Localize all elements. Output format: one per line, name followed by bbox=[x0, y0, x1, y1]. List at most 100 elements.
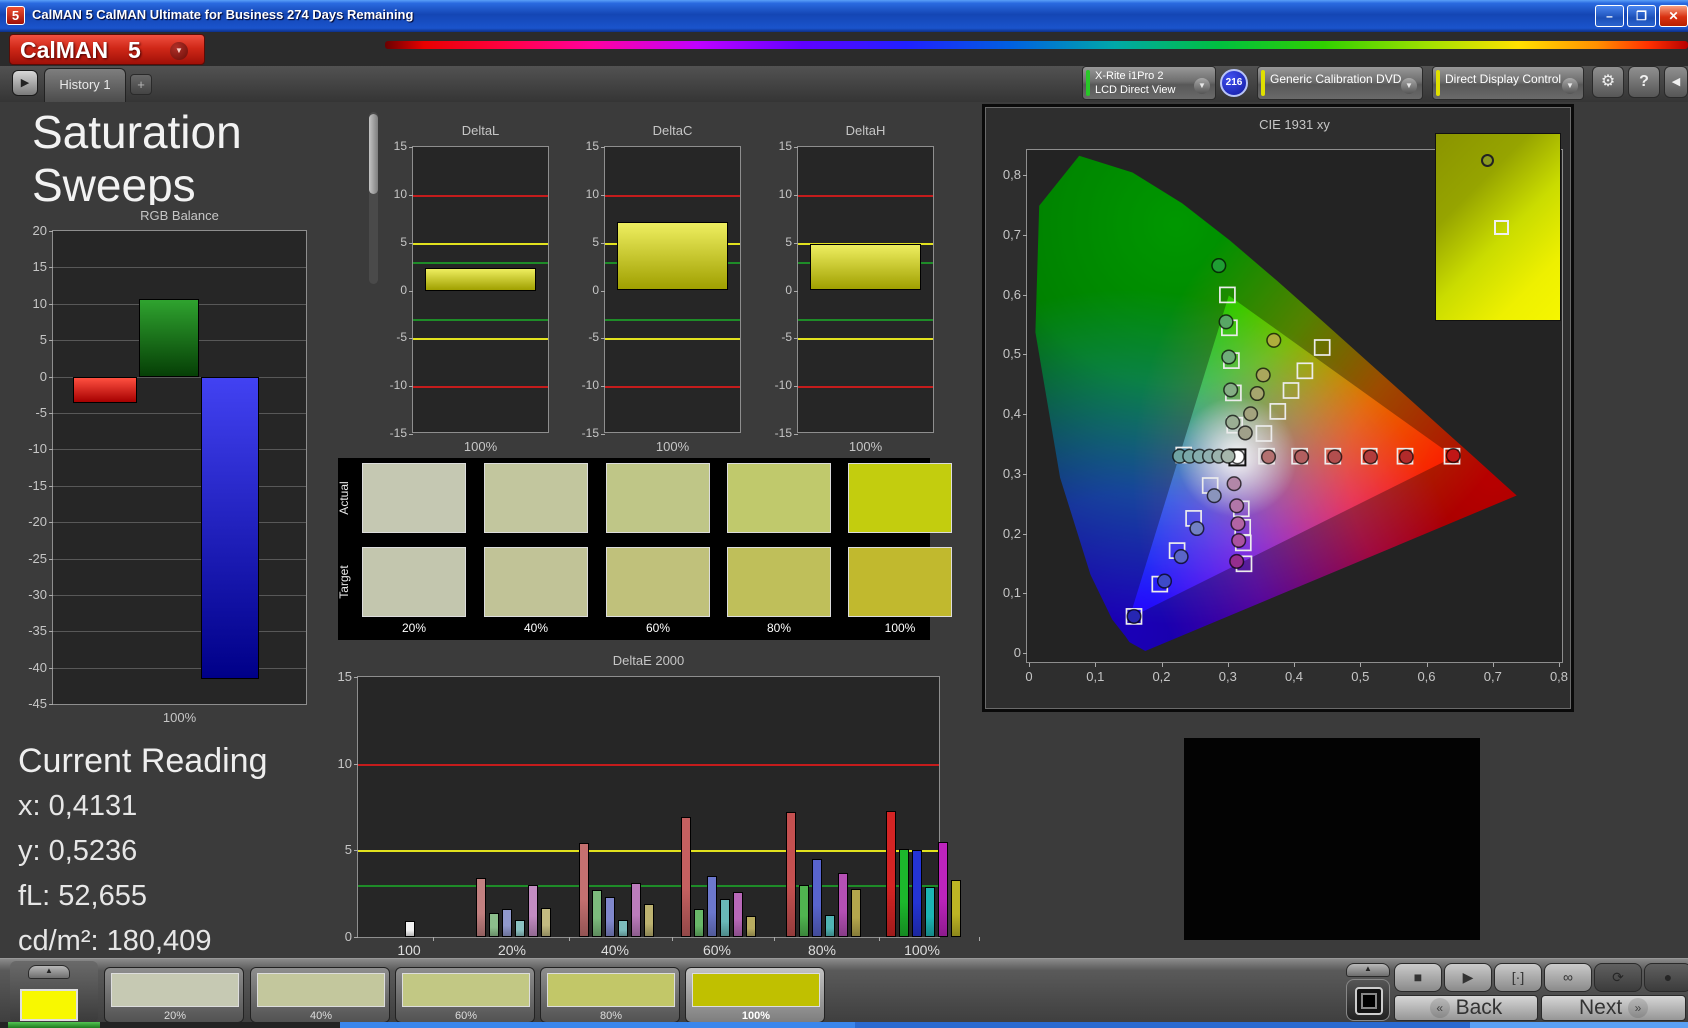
transport-refresh-button: ⟳ bbox=[1594, 963, 1642, 992]
y-tick-label: 10 bbox=[32, 295, 47, 311]
gridline bbox=[53, 594, 306, 596]
delta-bar bbox=[810, 243, 921, 291]
source-dropdown[interactable]: Generic Calibration DVD ▼ bbox=[1257, 66, 1423, 100]
ref-line bbox=[605, 194, 740, 197]
cie-x-tick-label: 0,4 bbox=[1284, 669, 1304, 684]
swatch-col-label: 20% bbox=[401, 621, 427, 635]
tab-scroll-button[interactable]: ▶ bbox=[12, 70, 38, 96]
y-tick-label: -15 bbox=[28, 477, 47, 493]
cie-measurement-point bbox=[1294, 449, 1310, 465]
source-label: Generic Calibration DVD bbox=[1270, 72, 1402, 86]
add-tab-button[interactable]: + bbox=[130, 74, 152, 95]
y-tick-label: -5 bbox=[781, 330, 792, 345]
scrollbar-thumb[interactable] bbox=[369, 114, 378, 194]
cie-x-tick bbox=[1227, 663, 1229, 667]
y-tick-label: 5 bbox=[344, 842, 352, 858]
logo-row: CalMAN 5 ▼ bbox=[0, 32, 1688, 66]
play-icon: ▶ bbox=[1462, 969, 1474, 985]
cie-y-tick-label: 0,3 bbox=[1002, 465, 1021, 481]
cie-y-tick bbox=[1023, 473, 1027, 475]
collapse-toolbar-button[interactable]: ◀ bbox=[1664, 66, 1688, 98]
close-button[interactable]: ✕ bbox=[1659, 5, 1688, 27]
cie-y-tick-label: 0,7 bbox=[1002, 226, 1021, 242]
y-tick bbox=[49, 376, 53, 378]
x-tick bbox=[773, 937, 775, 941]
y-tick bbox=[49, 704, 53, 705]
taskbar-window-sliver-2 bbox=[855, 1022, 1470, 1028]
y-tick bbox=[49, 631, 53, 633]
cie-y-tick bbox=[1023, 354, 1027, 356]
meter-dropdown[interactable]: X-Rite i1Pro 2 LCD Direct View ▼ bbox=[1082, 66, 1216, 100]
deltae-bar bbox=[578, 843, 589, 937]
help-button[interactable]: ? bbox=[1628, 66, 1660, 98]
back-button[interactable]: « Back bbox=[1394, 995, 1538, 1021]
window-titlebar: 5 CalMAN 5 CalMAN Ultimate for Business … bbox=[0, 0, 1688, 32]
x-tick bbox=[671, 937, 673, 941]
cie-x-tick bbox=[1294, 663, 1295, 667]
y-tick bbox=[49, 267, 53, 269]
deltae-bar bbox=[475, 878, 486, 937]
actual-swatch-40% bbox=[484, 463, 588, 533]
y-tick bbox=[49, 667, 53, 669]
cie-y-tick bbox=[1023, 593, 1027, 595]
rgb-balance-xlabel: 100% bbox=[162, 710, 197, 725]
cie-measurement-point bbox=[1237, 425, 1253, 441]
y-tick-label: -5 bbox=[588, 330, 599, 345]
ref-line bbox=[413, 338, 548, 341]
cie-y-tick-label: 0,4 bbox=[1002, 406, 1021, 421]
deltae-bar bbox=[745, 916, 756, 937]
swatch-col-label: 100% bbox=[884, 621, 916, 635]
calman-menu-button[interactable]: CalMAN 5 ▼ bbox=[9, 34, 205, 65]
gridline bbox=[53, 267, 306, 269]
ref-line bbox=[413, 319, 548, 322]
y-tick-label: -15 bbox=[389, 426, 407, 440]
delta-chart-title: DeltaH bbox=[845, 123, 886, 138]
cie-x-tick bbox=[1095, 663, 1097, 667]
delta-chart-title: DeltaC bbox=[652, 123, 693, 138]
transport-loop-button[interactable]: ∞ bbox=[1544, 963, 1592, 992]
transport-play-button[interactable]: ▶ bbox=[1444, 963, 1492, 992]
y-tick-label: 15 bbox=[32, 259, 47, 275]
deltae-bar bbox=[885, 810, 896, 937]
target-swatch-20% bbox=[362, 547, 466, 617]
swatch-col-label: 60% bbox=[645, 621, 671, 635]
spectrum-divider bbox=[385, 41, 1688, 49]
y-tick-label: -30 bbox=[28, 586, 47, 602]
refresh-icon: ⟳ bbox=[1612, 969, 1624, 985]
y-tick-label: 10 bbox=[585, 186, 599, 201]
target-swatch-80% bbox=[727, 547, 831, 617]
settings-button[interactable]: ⚙ bbox=[1592, 66, 1624, 98]
next-button[interactable]: Next » bbox=[1541, 995, 1686, 1021]
deltae-group-label: 40% bbox=[600, 942, 630, 958]
cie-x-tick bbox=[1492, 663, 1494, 667]
cie-y-tick-label: 0,5 bbox=[1002, 346, 1021, 362]
restore-button[interactable]: ❐ bbox=[1627, 5, 1656, 27]
cie-measurement-point bbox=[1223, 382, 1239, 398]
rgb-bar-blue bbox=[201, 376, 259, 679]
cie-measurement-point bbox=[1221, 349, 1237, 365]
target-swatch-60% bbox=[606, 547, 710, 617]
target-swatch-100% bbox=[848, 547, 952, 617]
deltae-group-label: 100% bbox=[904, 942, 940, 958]
deltae-bar bbox=[732, 891, 743, 937]
transport-frame-advance-button[interactable]: [·] bbox=[1494, 963, 1542, 992]
cie-x-tick-label: 0,5 bbox=[1351, 669, 1370, 684]
meter-line2: LCD Direct View bbox=[1095, 84, 1176, 96]
rgb-bar-green bbox=[139, 298, 199, 377]
gear-icon: ⚙ bbox=[1600, 73, 1616, 90]
y-tick-label: 0 bbox=[344, 929, 352, 944]
y-tick bbox=[794, 290, 798, 292]
y-tick-label: 15 bbox=[778, 139, 792, 153]
transport-stop-button[interactable]: ■ bbox=[1394, 963, 1442, 992]
deltae-bar bbox=[501, 909, 512, 937]
minimize-button[interactable]: – bbox=[1595, 5, 1624, 27]
display-control-dropdown[interactable]: Direct Display Control ▼ bbox=[1432, 66, 1584, 100]
cie-x-tick bbox=[1360, 663, 1362, 667]
chevron-double-right-icon: » bbox=[1628, 998, 1649, 1018]
deltae-bar bbox=[680, 817, 691, 937]
tab-history-1[interactable]: History 1 bbox=[44, 68, 126, 102]
y-tick bbox=[49, 558, 53, 560]
ref-line bbox=[358, 850, 939, 853]
meter-line1: X-Rite i1Pro 2 bbox=[1095, 70, 1164, 82]
deltae-group-label: 100 bbox=[397, 942, 421, 958]
